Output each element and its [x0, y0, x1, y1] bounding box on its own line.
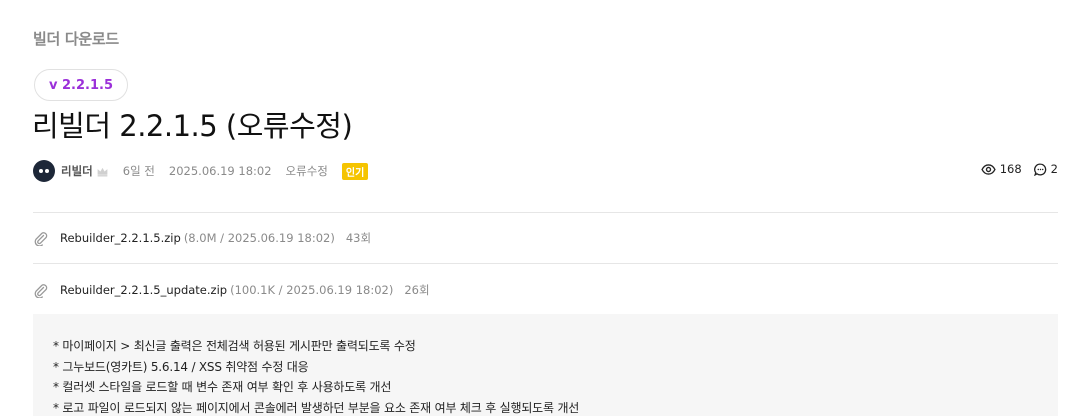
post-stats: 168 2	[981, 162, 1058, 176]
paperclip-icon	[34, 284, 48, 298]
author-name[interactable]: 리빌더	[61, 163, 93, 179]
attachment-name[interactable]: Rebuilder_2.2.1.5_update.zip	[60, 283, 227, 297]
divider	[33, 263, 1058, 264]
attachment-name[interactable]: Rebuilder_2.2.1.5.zip	[60, 231, 181, 245]
download-count: 43회	[345, 231, 372, 245]
hot-badge: 인기	[341, 162, 369, 180]
crown-icon	[97, 167, 108, 176]
avatar[interactable]	[33, 160, 55, 182]
post-datetime: 2025.06.19 18:02	[168, 164, 272, 178]
post-tag[interactable]: 오류수정	[286, 163, 328, 179]
category-label[interactable]: 빌더 다운로드	[33, 28, 119, 49]
post-content: * 마이페이지 > 최신글 출력은 전체검색 허용된 게시판만 출력되도록 수정…	[33, 314, 1058, 416]
comment-count[interactable]: 2	[1033, 162, 1058, 176]
post-title: 리빌더 2.2.1.5 (오류수정)	[32, 109, 353, 143]
relative-time: 6일 전	[122, 164, 155, 178]
comment-icon	[1033, 162, 1046, 176]
view-count-value: 168	[999, 162, 1022, 176]
attachment-meta: (100.1K / 2025.06.19 18:02)	[230, 283, 394, 297]
attachment-row[interactable]: Rebuilder_2.2.1.5.zip (8.0M / 2025.06.19…	[33, 226, 371, 250]
changelog-item: * 로고 파일이 로드되지 않는 페이지에서 콘솔에러 발생하던 부분을 요소 …	[53, 400, 580, 415]
divider	[33, 212, 1058, 213]
changelog-item: * 그누보드(영카트) 5.6.14 / XSS 취약점 수정 대응	[53, 359, 309, 374]
changelog-list: * 마이페이지 > 최신글 출력은 전체검색 허용된 게시판만 출력되도록 수정…	[53, 336, 579, 416]
eye-icon	[981, 163, 996, 175]
changelog-item: * 컬러셋 스타일을 로드할 때 변수 존재 여부 확인 후 사용하도록 개선	[53, 380, 392, 394]
comment-count-value: 2	[1050, 162, 1058, 176]
attachment-meta: (8.0M / 2025.06.19 18:02)	[183, 231, 335, 245]
attachment-row[interactable]: Rebuilder_2.2.1.5_update.zip (100.1K / 2…	[33, 278, 430, 302]
post-meta: 리빌더 6일 전 2025.06.19 18:02 오류수정 인기	[33, 160, 369, 182]
changelog-item: * 마이페이지 > 최신글 출력은 전체검색 허용된 게시판만 출력되도록 수정	[53, 339, 416, 353]
view-count: 168	[981, 162, 1022, 176]
paperclip-icon	[34, 232, 48, 246]
version-badge: v 2.2.1.5	[34, 69, 128, 101]
download-count: 26회	[404, 283, 430, 297]
